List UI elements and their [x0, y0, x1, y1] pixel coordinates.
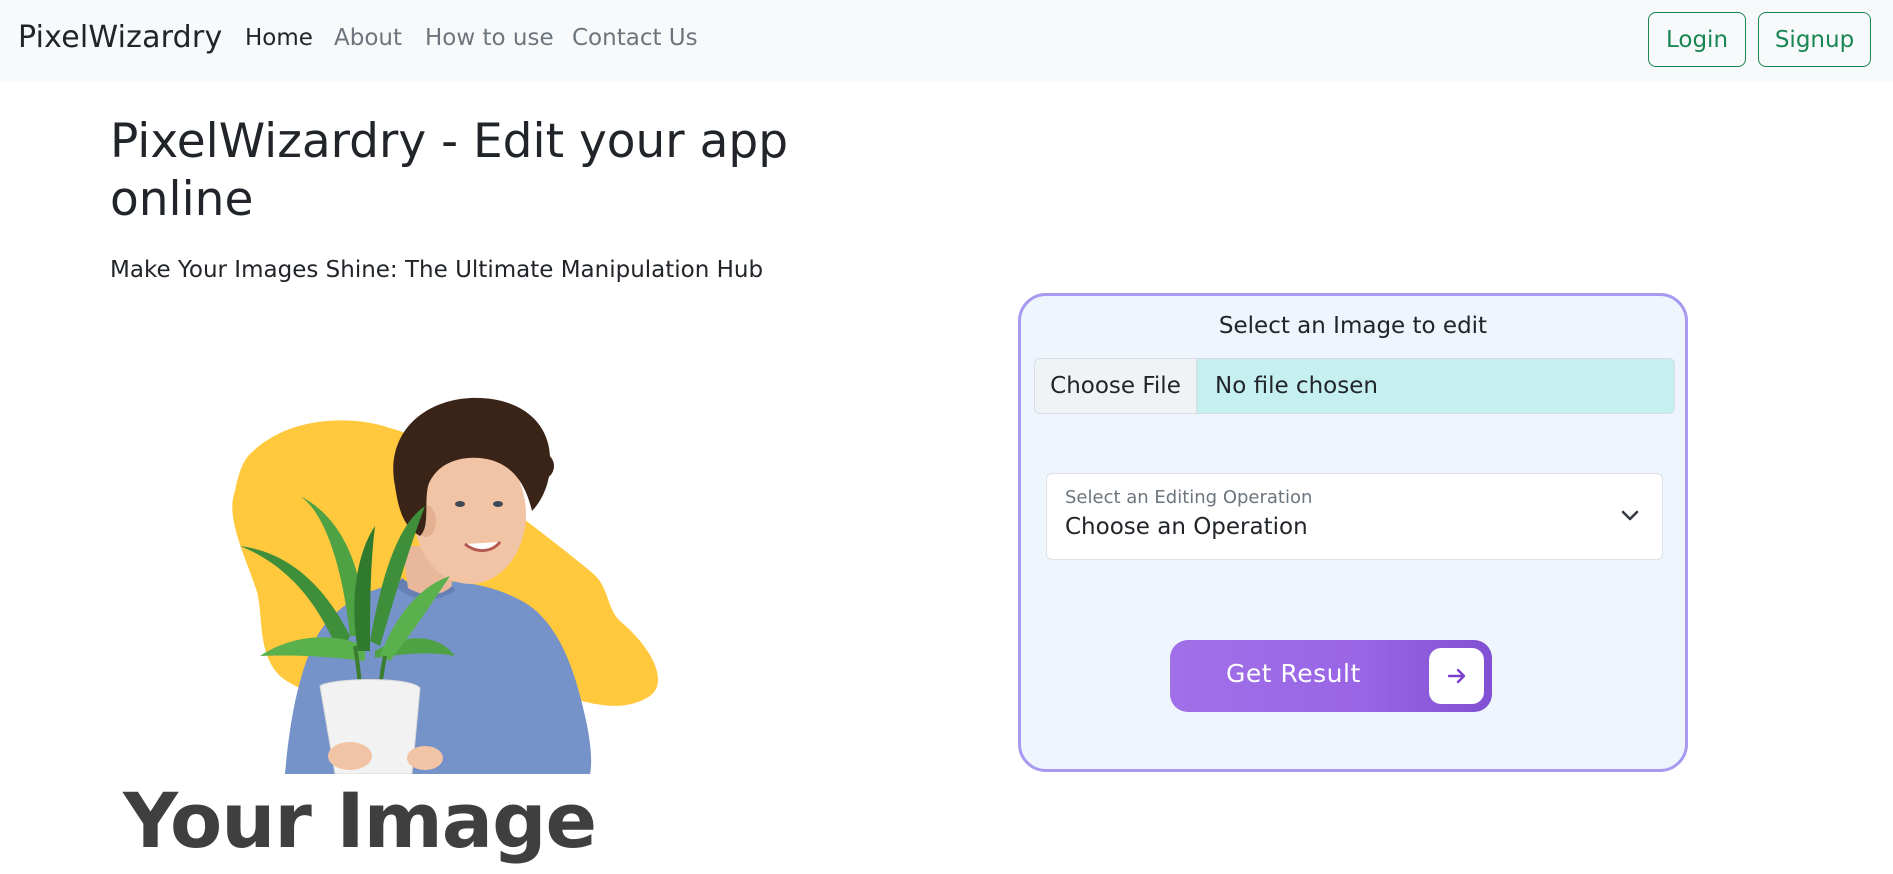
brand-logo[interactable]: PixelWizardry [18, 20, 222, 55]
arrow-right-icon [1429, 648, 1484, 704]
page-subtitle: Make Your Images Shine: The Ultimate Man… [110, 257, 764, 283]
operation-select-value: Choose an Operation [1065, 514, 1308, 540]
get-result-label: Get Result [1226, 659, 1361, 688]
operation-select[interactable]: Select an Editing Operation Choose an Op… [1046, 473, 1663, 560]
signup-button[interactable]: Signup [1758, 12, 1871, 67]
nav-link-home[interactable]: Home [245, 25, 313, 51]
editor-title: Select an Image to edit [1218, 313, 1488, 339]
file-status-text: No file chosen [1215, 373, 1378, 399]
operation-select-label: Select an Editing Operation [1065, 487, 1313, 508]
page-title: PixelWizardry - Edit your app online [110, 114, 789, 227]
nav-link-about[interactable]: About [334, 25, 402, 51]
navbar: PixelWizardry Home About How to use Cont… [0, 0, 1893, 82]
file-input[interactable]: Choose File No file chosen [1034, 358, 1675, 414]
get-result-button[interactable]: Get Result [1170, 640, 1492, 712]
your-image-caption: Your Image [123, 776, 597, 865]
nav-link-how-to-use[interactable]: How to use [425, 25, 554, 51]
login-button[interactable]: Login [1648, 12, 1746, 67]
image-editor-card: Select an Image to edit Choose File No f… [1018, 293, 1688, 772]
chevron-down-icon [1621, 510, 1639, 521]
man-holding-plant-illustration [232, 397, 659, 774]
nav-link-contact-us[interactable]: Contact Us [572, 25, 698, 51]
choose-file-button[interactable]: Choose File [1035, 359, 1197, 413]
